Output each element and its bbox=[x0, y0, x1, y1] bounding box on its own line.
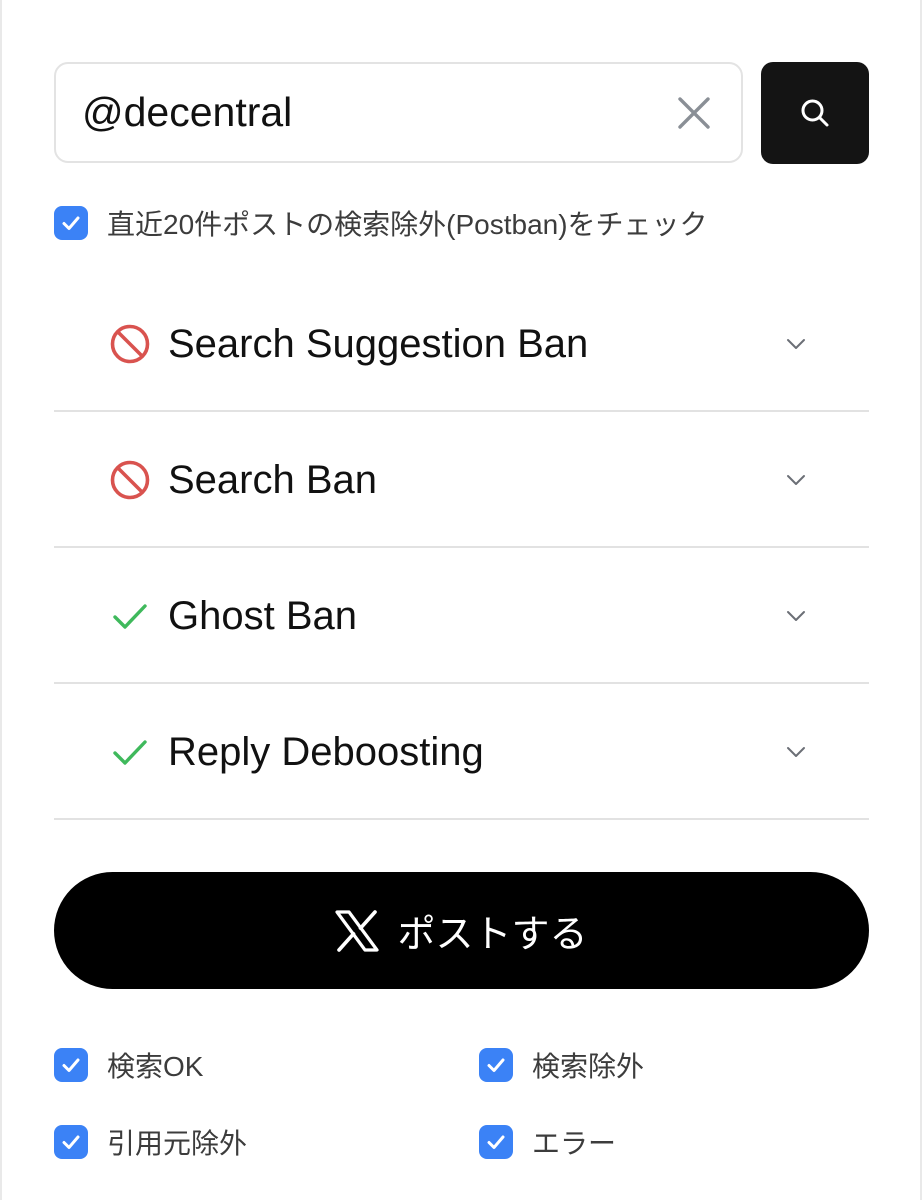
filter-checkbox[interactable] bbox=[54, 1048, 88, 1082]
accordion-title: Search Ban bbox=[168, 457, 378, 502]
chevron-down-icon[interactable] bbox=[781, 601, 811, 631]
filter-checkbox-row[interactable]: 検索除外 bbox=[479, 1045, 644, 1085]
filter-checkbox[interactable] bbox=[479, 1048, 513, 1082]
filter-checkbox[interactable] bbox=[54, 1125, 88, 1159]
accordion-title: Ghost Ban bbox=[168, 593, 358, 638]
checkmark-icon bbox=[113, 604, 147, 629]
postban-checkbox[interactable] bbox=[54, 206, 88, 240]
postban-checkbox-row[interactable]: 直近20件ポストの検索除外(Postban)をチェック bbox=[54, 203, 708, 243]
status-ok bbox=[106, 592, 154, 640]
filter-label: 検索OK bbox=[107, 1051, 204, 1082]
filter-label: エラー bbox=[532, 1128, 617, 1159]
search-input[interactable]: @decentral bbox=[56, 89, 659, 136]
search-icon bbox=[801, 99, 829, 127]
accordion-search-suggestion-ban[interactable]: Search Suggestion Ban bbox=[54, 276, 869, 412]
clear-button[interactable] bbox=[659, 78, 729, 148]
page: @decentral 直近20件ポストの検索除外(Postban)をチェック S… bbox=[0, 0, 922, 1200]
accordion-title: Reply Deboosting bbox=[168, 729, 484, 774]
accordion-reply-deboosting[interactable]: Reply Deboosting bbox=[54, 684, 869, 820]
divider bbox=[54, 818, 869, 820]
close-icon bbox=[678, 96, 710, 129]
filter-checkbox-row[interactable]: 引用元除外 bbox=[54, 1122, 247, 1162]
search-field[interactable]: @decentral bbox=[54, 62, 743, 163]
filter-checkbox-row[interactable]: 検索OK bbox=[54, 1045, 203, 1085]
filter-checkbox[interactable] bbox=[479, 1125, 513, 1159]
post-button[interactable]: ポストする bbox=[54, 872, 869, 989]
accordion-ghost-ban[interactable]: Ghost Ban bbox=[54, 548, 869, 684]
status-banned bbox=[106, 456, 154, 504]
filter-label: 検索除外 bbox=[532, 1051, 645, 1082]
filter-checkbox-row[interactable]: エラー bbox=[479, 1122, 616, 1162]
checkmark-icon bbox=[487, 1135, 505, 1149]
chevron-down-icon[interactable] bbox=[781, 465, 811, 495]
checkmark-icon bbox=[62, 1058, 80, 1072]
chevron-down-icon[interactable] bbox=[781, 329, 811, 359]
x-logo-icon bbox=[335, 909, 380, 952]
search-button[interactable] bbox=[761, 62, 869, 164]
postban-checkbox-label: 直近20件ポストの検索除外(Postban)をチェック bbox=[107, 209, 708, 240]
accordion-title: Search Suggestion Ban bbox=[168, 321, 589, 366]
filter-label: 引用元除外 bbox=[107, 1128, 248, 1159]
status-banned bbox=[106, 320, 154, 368]
prohibited-icon bbox=[110, 324, 150, 364]
left-edge bbox=[0, 0, 2, 1200]
chevron-down-icon[interactable] bbox=[781, 737, 811, 767]
checkmark-icon bbox=[113, 740, 147, 765]
checkmark-icon bbox=[62, 1135, 80, 1149]
status-ok bbox=[106, 728, 154, 776]
post-button-label: ポストする bbox=[397, 914, 588, 956]
prohibited-icon bbox=[110, 460, 150, 500]
checkmark-icon bbox=[62, 216, 80, 230]
checkmark-icon bbox=[487, 1058, 505, 1072]
accordion-search-ban[interactable]: Search Ban bbox=[54, 412, 869, 548]
